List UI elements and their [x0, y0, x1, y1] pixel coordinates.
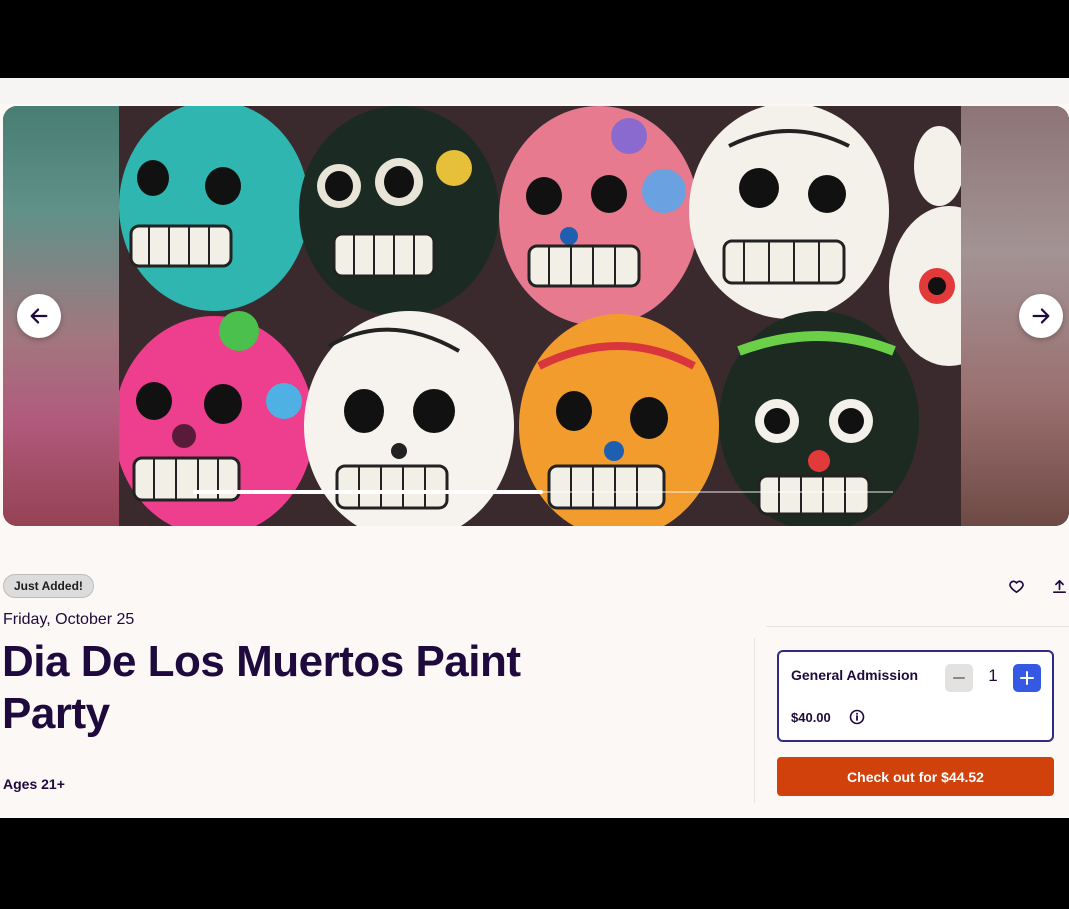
letterbox-top	[0, 0, 1069, 78]
carousel-progress-indicator	[193, 490, 893, 494]
ticket-selector: General Admission 1 $40.00	[777, 650, 1054, 742]
event-age-restriction: Ages 21+	[3, 776, 65, 792]
quantity-increase-button[interactable]	[1013, 664, 1041, 692]
carousel-progress-fill	[193, 490, 543, 494]
event-title: Dia De Los Muertos Paint Party	[2, 637, 521, 738]
ticket-price: $40.00	[791, 710, 831, 725]
event-page: Just Added! Friday, October 25 Dia De Lo…	[0, 78, 1069, 818]
header-strip	[0, 78, 1069, 104]
carousel-next-button[interactable]	[1019, 294, 1063, 338]
info-icon[interactable]	[849, 709, 865, 725]
arrow-right-icon	[1032, 308, 1050, 324]
share-icon	[1052, 579, 1066, 593]
image-carousel[interactable]	[3, 106, 1069, 526]
carousel-prev-button[interactable]	[17, 294, 61, 338]
like-button[interactable]	[1002, 572, 1030, 600]
minus-icon	[953, 677, 965, 679]
quantity-decrease-button[interactable]	[945, 664, 973, 692]
divider-vertical	[754, 638, 755, 803]
just-added-badge: Just Added!	[3, 574, 94, 598]
ticket-type-name: General Admission	[791, 667, 919, 683]
event-date: Friday, October 25	[3, 611, 135, 628]
arrow-left-icon	[30, 308, 48, 324]
hero-image	[119, 106, 961, 526]
checkout-button[interactable]: Check out for $44.52	[777, 757, 1054, 796]
heart-icon	[1008, 580, 1024, 593]
quantity-value: 1	[988, 666, 998, 685]
plus-icon	[1020, 671, 1034, 685]
letterbox-bottom	[0, 818, 1069, 909]
share-button[interactable]	[1045, 572, 1069, 600]
divider	[766, 626, 1069, 627]
